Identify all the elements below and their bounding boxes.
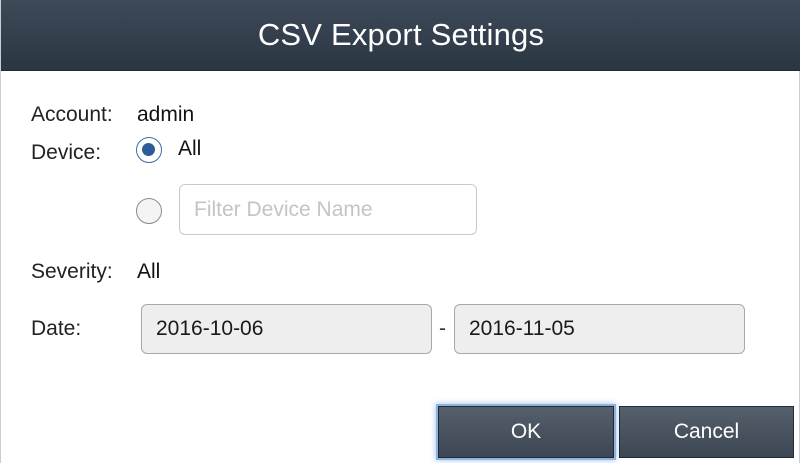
cancel-button[interactable]: Cancel — [619, 406, 794, 458]
date-from-input[interactable] — [141, 304, 432, 354]
device-all-label[interactable]: All — [178, 137, 201, 161]
dialog-titlebar[interactable]: CSV Export Settings — [1, 0, 800, 71]
device-all-radio[interactable] — [136, 137, 162, 163]
dialog-title: CSV Export Settings — [257, 17, 545, 52]
account-value: admin — [137, 103, 195, 126]
device-filter-radio[interactable] — [136, 198, 162, 224]
date-range-separator: - — [439, 317, 446, 340]
cancel-button-label: Cancel — [673, 420, 740, 443]
radio-selected-dot — [142, 143, 155, 156]
device-filter-input[interactable] — [179, 184, 477, 235]
account-label: Account: — [31, 103, 113, 126]
ok-button[interactable]: OK — [438, 406, 614, 458]
date-label: Date: — [31, 317, 82, 340]
device-label: Device: — [31, 141, 102, 164]
date-to-input[interactable] — [454, 304, 745, 354]
severity-label: Severity: — [31, 260, 113, 283]
severity-value: All — [137, 260, 161, 283]
ok-button-label: OK — [510, 420, 542, 443]
csv-export-dialog: CSV Export Settings Account: admin Devic… — [0, 0, 800, 463]
